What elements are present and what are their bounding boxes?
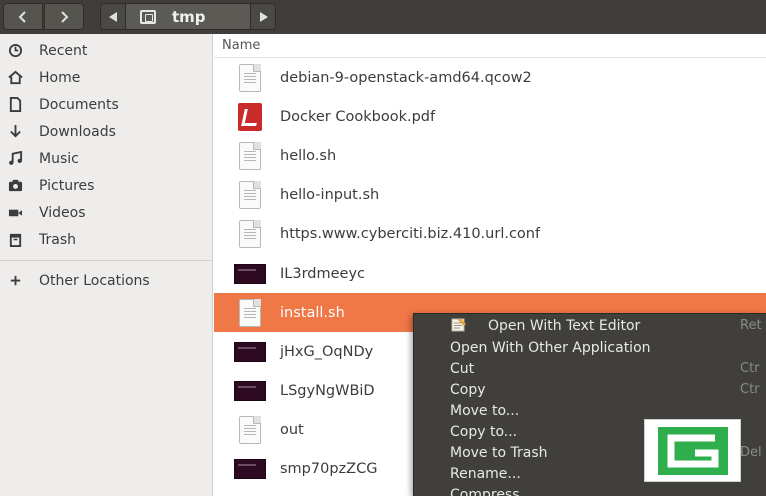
sidebar-item-music[interactable]: Music — [0, 145, 212, 172]
file-name: install.sh — [280, 304, 345, 321]
triangle-left-icon — [108, 11, 117, 22]
menu-item-cut[interactable]: Cut Ctr — [414, 358, 766, 379]
home-icon — [6, 70, 24, 86]
folder-thumbnail-icon — [234, 375, 266, 407]
sidebar-item-other-locations[interactable]: Other Locations — [0, 267, 212, 294]
sidebar-item-pictures[interactable]: Pictures — [0, 172, 212, 199]
generic-file-icon — [234, 62, 266, 94]
clock-icon — [6, 43, 24, 59]
menu-item-shortcut: Del — [740, 445, 762, 460]
g-logo-icon — [644, 419, 741, 482]
menu-item-label: Compress... — [450, 486, 533, 496]
menu-item-label: Move to Trash — [450, 444, 548, 461]
menu-item-label: Move to... — [450, 402, 520, 419]
text-file-icon — [234, 414, 266, 446]
file-name: debian-9-openstack-amd64.qcow2 — [280, 69, 532, 86]
sidebar-item-label: Music — [39, 150, 79, 167]
menu-item-compress[interactable]: Compress... — [414, 484, 766, 496]
file-name: jHxG_OqNDy — [280, 343, 374, 360]
sidebar-item-label: Downloads — [39, 123, 116, 140]
file-name: https.www.cyberciti.biz.410.url.conf — [280, 226, 541, 243]
sidebar-separator — [0, 260, 212, 261]
music-note-icon — [6, 151, 24, 167]
camera-icon — [6, 178, 24, 194]
sidebar-item-label: Pictures — [39, 177, 95, 194]
sidebar-item-trash[interactable]: Trash — [0, 226, 212, 253]
path-scroll-left-button[interactable] — [101, 4, 125, 29]
menu-item-shortcut: Ret — [740, 318, 762, 333]
file-name: Docker Cookbook.pdf — [280, 108, 436, 125]
path-crumb-tmp[interactable]: tmp — [125, 4, 251, 29]
sidebar-item-label: Trash — [39, 231, 76, 248]
forward-button[interactable] — [44, 3, 84, 30]
file-row[interactable]: IL3rdmeeyc — [214, 254, 766, 293]
sidebar-item-label: Home — [39, 69, 81, 86]
text-file-icon — [234, 140, 266, 172]
menu-item-open-with-other-application[interactable]: Open With Other Application — [414, 337, 766, 358]
menu-item-label: Cut — [450, 360, 475, 377]
video-icon — [6, 205, 24, 221]
sidebar-item-documents[interactable]: Documents — [0, 91, 212, 118]
folder-icon — [140, 9, 156, 24]
file-name: smp70pzZCG — [280, 461, 378, 478]
menu-item-label: Open With Other Application — [450, 339, 651, 356]
folder-thumbnail-icon — [234, 336, 266, 368]
triangle-right-icon — [259, 11, 268, 22]
back-button[interactable] — [3, 3, 43, 30]
text-editor-icon — [451, 318, 466, 332]
menu-item-move-to[interactable]: Move to... — [414, 400, 766, 421]
document-icon — [6, 97, 24, 113]
file-row[interactable]: Docker Cookbook.pdf — [214, 97, 766, 136]
text-file-icon — [234, 218, 266, 250]
folder-thumbnail-icon — [234, 258, 266, 290]
menu-item-copy[interactable]: Copy Ctr — [414, 379, 766, 400]
sidebar-item-recent[interactable]: Recent — [0, 37, 212, 64]
chevron-left-icon — [18, 10, 26, 23]
file-row[interactable]: hello.sh — [214, 136, 766, 175]
sidebar-item-videos[interactable]: Videos — [0, 199, 212, 226]
path-scroll-right-button[interactable] — [251, 4, 275, 29]
file-row[interactable]: https.www.cyberciti.biz.410.url.conf — [214, 215, 766, 254]
file-row[interactable]: debian-9-openstack-amd64.qcow2 — [214, 58, 766, 97]
sidebar-item-home[interactable]: Home — [0, 64, 212, 91]
sidebar: Recent Home Documents Downloads Music Pi… — [0, 34, 213, 496]
text-file-icon — [234, 179, 266, 211]
sidebar-item-label: Videos — [39, 204, 86, 221]
file-name: out — [280, 422, 304, 439]
file-row[interactable]: hello-input.sh — [214, 176, 766, 215]
current-folder-label: tmp — [172, 7, 206, 26]
sidebar-item-downloads[interactable]: Downloads — [0, 118, 212, 145]
sidebar-item-label: Documents — [39, 96, 119, 113]
sidebar-item-label: Recent — [39, 42, 88, 59]
column-header-label: Name — [222, 38, 261, 53]
path-bar: tmp — [100, 3, 276, 30]
menu-item-label: Copy to... — [450, 423, 518, 440]
file-name: hello-input.sh — [280, 187, 380, 204]
folder-thumbnail-icon — [234, 453, 266, 485]
file-name: IL3rdmeeyc — [280, 265, 366, 282]
plus-icon — [6, 273, 24, 289]
sidebar-item-label: Other Locations — [39, 272, 150, 289]
menu-item-label: Open With Text Editor — [488, 317, 641, 334]
download-arrow-icon — [6, 124, 24, 140]
menu-item-shortcut: Ctr — [740, 382, 760, 397]
chevron-right-icon — [61, 10, 69, 23]
menu-item-label: Rename... — [450, 465, 521, 482]
file-name: LSgyNgWBiD — [280, 383, 375, 400]
file-name: hello.sh — [280, 147, 337, 164]
pdf-file-icon — [234, 101, 266, 133]
menu-item-open-with-text-editor[interactable]: Open With Text Editor Ret — [414, 314, 766, 337]
menu-item-label: Copy — [450, 381, 486, 398]
trash-icon — [6, 232, 24, 248]
column-header-name[interactable]: Name — [214, 34, 766, 58]
menu-item-shortcut: Ctr — [740, 361, 760, 376]
header-bar: tmp — [0, 0, 766, 34]
text-file-icon — [234, 297, 266, 329]
